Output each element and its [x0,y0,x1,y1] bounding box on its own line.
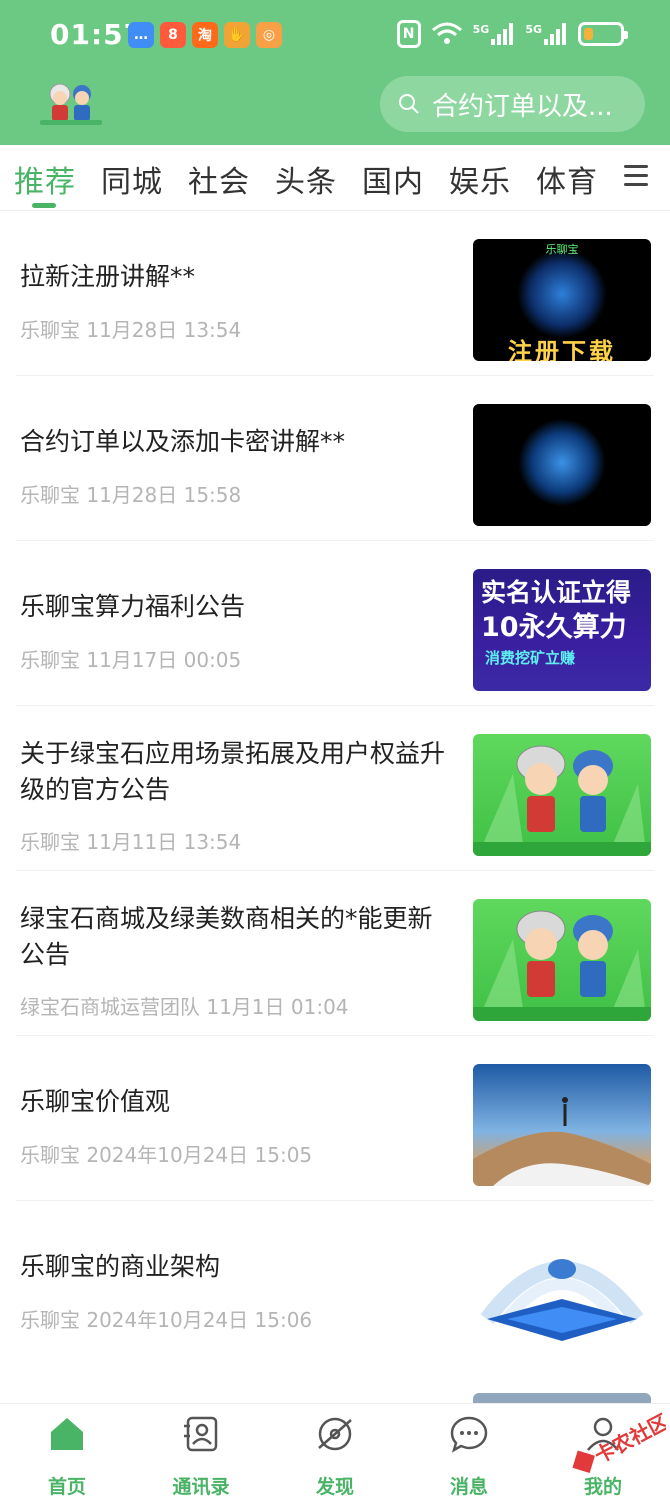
article-thumbnail [473,899,651,1021]
nav-discover[interactable]: 发现 [285,1414,385,1499]
nfc-icon: N [396,20,421,48]
article-thumbnail [473,1229,651,1351]
article-thumbnail [473,734,651,856]
notification-icons: … 8 淘 ✋ ◎ [128,22,282,48]
article-meta: 乐聊宝 2024年10月24日 15:05 [20,1143,313,1167]
article-title: 绿宝石商城及绿美数商相关的*能更新公告 [20,904,433,969]
system-icons: N 5G 5G [396,20,628,48]
tab-domestic[interactable]: 国内 [362,157,424,201]
battery-icon [578,22,628,46]
nav-contacts[interactable]: 通讯录 [151,1414,251,1499]
article-meta: 乐聊宝 2024年10月24日 15:06 [20,1308,313,1332]
active-tab-indicator [32,203,56,208]
list-item[interactable]: 合约订单以及添加卡密讲解** 乐聊宝 11月28日 15:58 [0,376,670,541]
message-bubble-icon [450,1416,488,1453]
article-thumbnail [473,1064,651,1186]
nav-label: 发现 [315,1476,354,1498]
tab-local[interactable]: 同城 [101,157,163,201]
discover-icon [318,1417,352,1451]
article-meta: 乐聊宝 11月28日 13:54 [20,318,242,342]
article-meta: 乐聊宝 11月28日 15:58 [20,483,242,507]
list-item[interactable]: 乐聊宝算力福利公告 乐聊宝 11月17日 00:05 实名认证立得 10永久算力… [0,541,670,706]
list-item[interactable]: 乐聊宝的商业架构 乐聊宝 2024年10月24日 15:06 [0,1201,670,1366]
article-title: 拉新注册讲解** [20,262,196,291]
contacts-icon [184,1416,218,1452]
list-item[interactable]: 关于绿宝石应用场景拓展及用户权益升级的官方公告 乐聊宝 11月11日 13:54 [0,706,670,871]
list-item[interactable]: 绿宝石商城及绿美数商相关的*能更新公告 绿宝石商城运营团队 11月1日 01:0… [0,871,670,1036]
tab-sports[interactable]: 体育 [536,157,598,201]
article-title: 关于绿宝石应用场景拓展及用户权益升级的官方公告 [20,739,446,804]
nav-messages[interactable]: 消息 [419,1414,519,1499]
message-icon: … [128,22,154,48]
signal-icon-2: 5G [525,23,568,45]
list-item[interactable]: 乐聊宝价值观 乐聊宝 2024年10月24日 15:05 [0,1036,670,1201]
home-icon [51,1418,83,1450]
nav-label: 消息 [449,1476,488,1498]
top-header: 01:57 … 8 淘 ✋ ◎ N 5G 5G 合约订单以及... [0,0,670,145]
status-bar: 01:57 … 8 淘 ✋ ◎ N 5G 5G [0,0,670,72]
article-title: 乐聊宝算力福利公告 [20,592,246,621]
category-tabs: 推荐 同城 社会 头条 国内 娱乐 体育 [0,145,670,211]
search-bar[interactable]: 合约订单以及... [380,76,645,132]
article-thumbnail: 实名认证立得 10永久算力 消费挖矿立赚 [473,569,651,691]
article-meta: 绿宝石商城运营团队 11月1日 01:04 [20,995,349,1019]
hand-icon: ✋ [224,22,250,48]
article-thumbnail: 乐聊宝 注册下载 [473,239,651,361]
app-logo[interactable] [38,78,104,126]
article-meta: 乐聊宝 11月17日 00:05 [20,648,242,672]
signal-icon-1: 5G [473,23,516,45]
search-icon [399,94,419,114]
article-title: 乐聊宝价值观 [20,1087,171,1116]
nav-home[interactable]: 首页 [17,1414,117,1499]
list-item[interactable]: 拉新注册讲解** 乐聊宝 11月28日 13:54 乐聊宝 注册下载 [0,211,670,376]
article-thumbnail [473,404,651,526]
tab-entertainment[interactable]: 娱乐 [449,157,511,201]
wifi-icon [431,22,463,46]
nav-label: 通讯录 [172,1476,230,1498]
tab-headlines[interactable]: 头条 [275,157,337,201]
watermark-text: 卡农社区 [590,1409,666,1468]
tab-menu-icon[interactable] [624,165,648,187]
search-placeholder: 合约订单以及... [432,91,613,122]
baidu-icon: 8 [160,22,186,48]
tab-recommend[interactable]: 推荐 [14,157,76,201]
watermark: 卡农社区 [566,1408,670,1488]
article-meta: 乐聊宝 11月11日 13:54 [20,830,242,854]
tab-society[interactable]: 社会 [188,157,250,201]
article-title: 合约订单以及添加卡密讲解** [20,427,346,456]
clock-app-icon: ◎ [256,22,282,48]
article-title: 乐聊宝的商业架构 [20,1252,221,1281]
taobao-icon: 淘 [192,22,218,48]
nav-label: 首页 [47,1476,86,1498]
